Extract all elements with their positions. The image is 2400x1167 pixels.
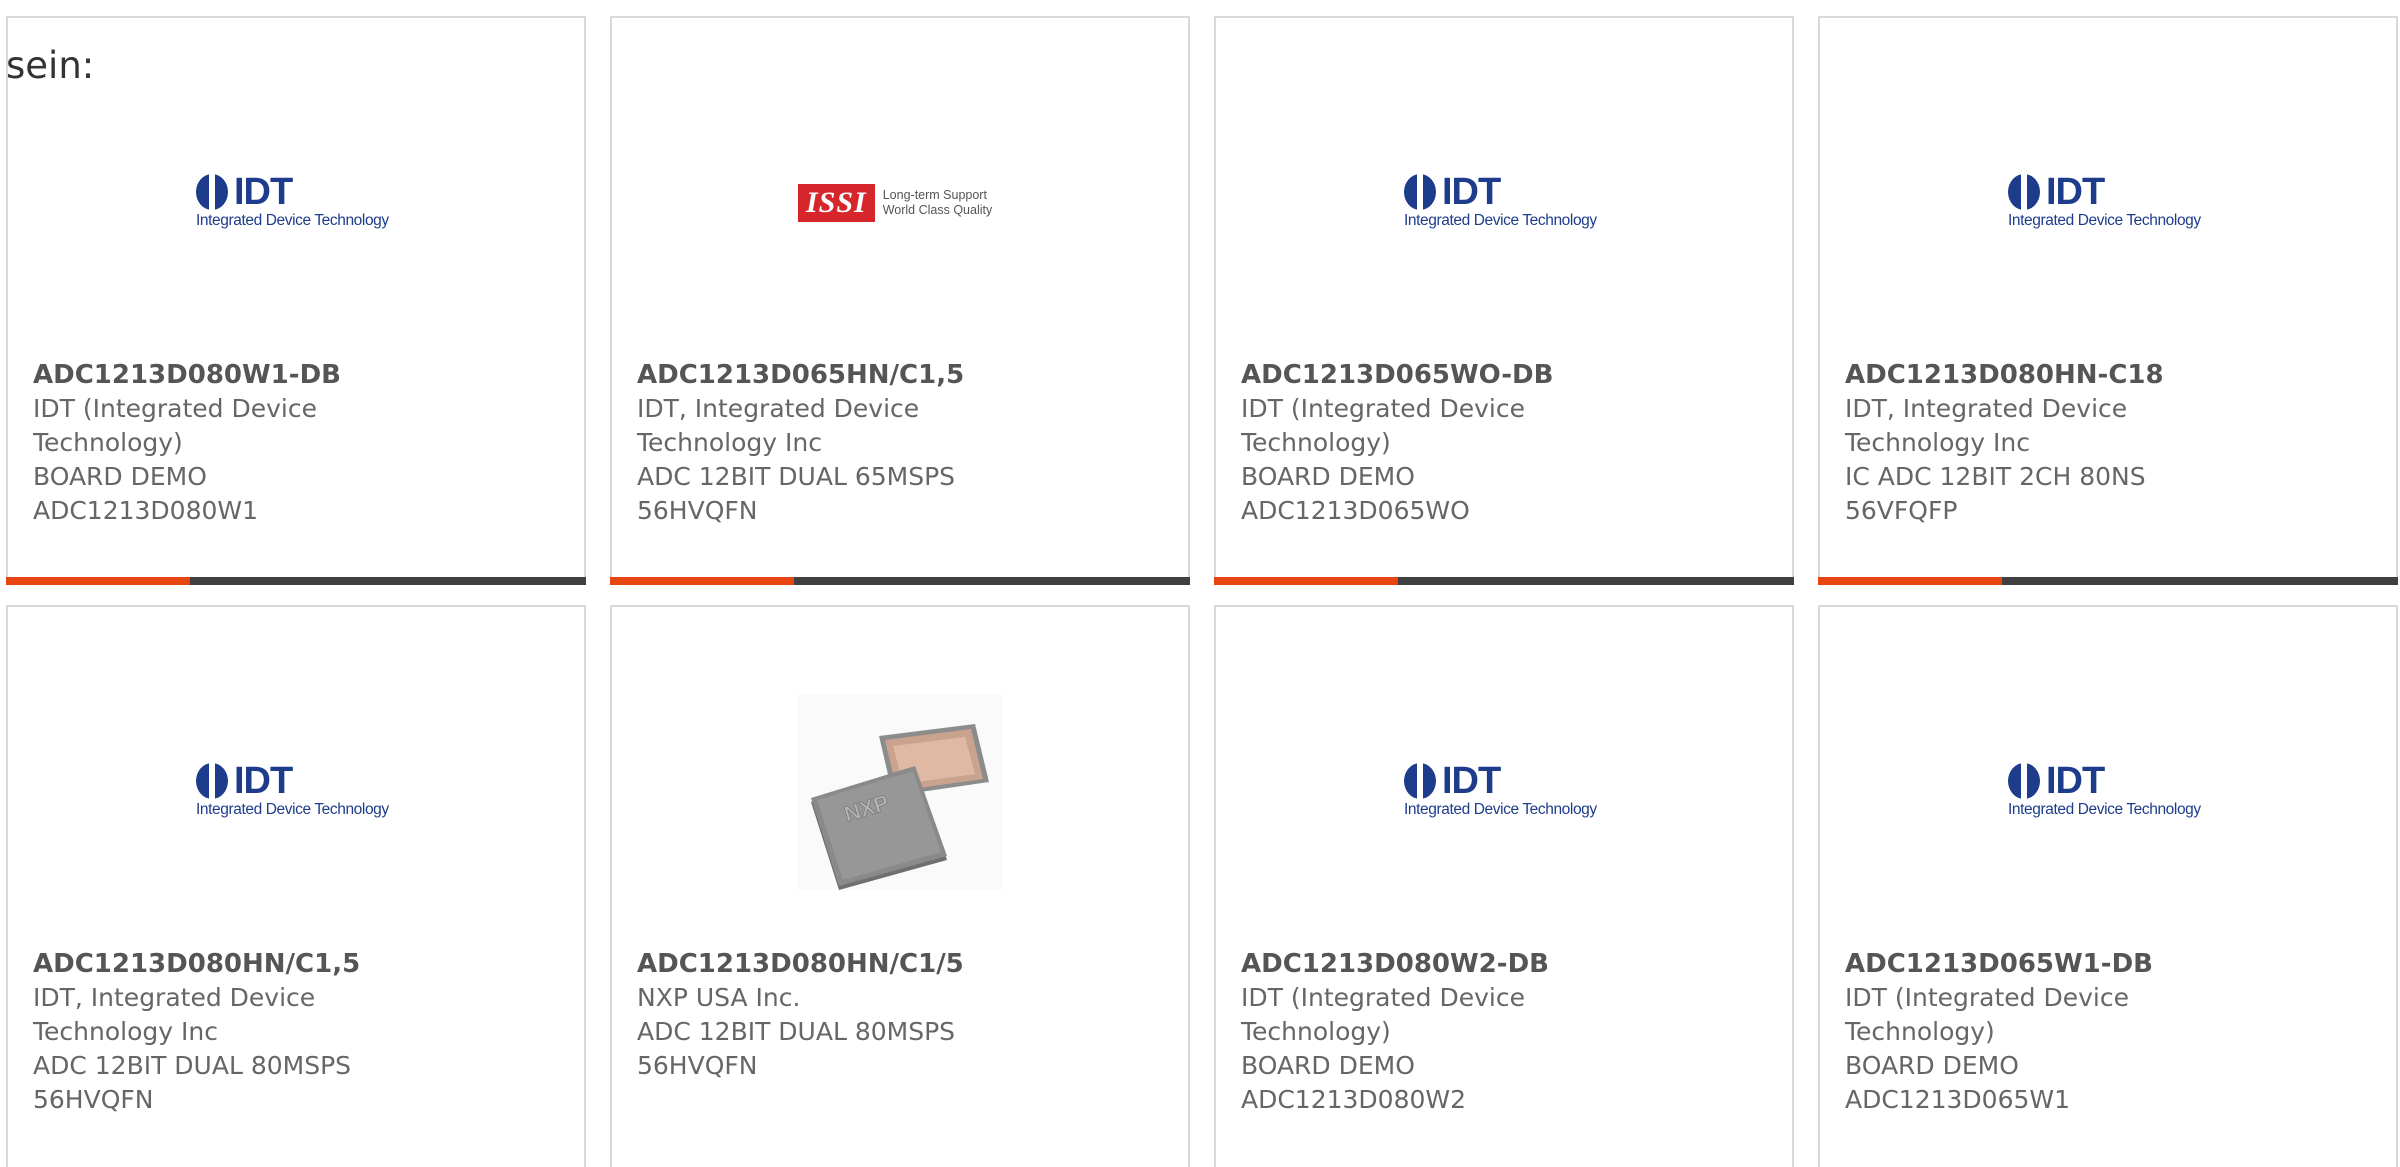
product-image: ISSI Long-term Support World Class Qualit… <box>612 108 1188 298</box>
manufacturer: NXP USA Inc. <box>637 983 801 1012</box>
product-card[interactable]: IDT Integrated Device Technology ADC1213… <box>1214 605 1794 1167</box>
description: ADC 12BIT DUAL 65MSPS 56HVQFN <box>637 462 956 525</box>
manufacturer: IDT, Integrated Device Technology Inc <box>1845 394 2128 457</box>
description: BOARD DEMO ADC1213D080W1 <box>33 462 259 525</box>
product-card[interactable]: IDT Integrated Device Technology ADC1213… <box>1214 16 1794 585</box>
manufacturer: IDT (Integrated Device Technology) <box>33 394 317 457</box>
card-bottom-bar <box>1818 577 2398 585</box>
part-number[interactable]: ADC1213D065HN/C1,5 <box>637 358 1168 392</box>
manufacturer: IDT, Integrated Device Technology Inc <box>637 394 920 457</box>
product-image: IDT Integrated Device Technology <box>1216 697 1792 887</box>
product-image: IDT Integrated Device Technology <box>1820 697 2396 887</box>
card-bottom-bar <box>6 577 586 585</box>
product-card[interactable]: IDT Integrated Device Technology ADC1213… <box>6 16 586 585</box>
issi-logo: ISSI Long-term Support World Class Qualit… <box>798 181 1002 225</box>
idt-logo: IDT Integrated Device Technology <box>196 171 389 229</box>
part-number[interactable]: ADC1213D080W2-DB <box>1241 947 1772 981</box>
part-number[interactable]: ADC1213D065W1-DB <box>1845 947 2376 981</box>
product-image: IDT Integrated Device Technology <box>8 697 584 887</box>
part-number[interactable]: ADC1213D080HN/C1/5 <box>637 947 1168 981</box>
description: ADC 12BIT DUAL 80MSPS 56HVQFN <box>33 1051 352 1114</box>
product-image: IDT Integrated Device Technology <box>1820 108 2396 298</box>
description: BOARD DEMO ADC1213D065W1 <box>1845 1051 2071 1114</box>
manufacturer: IDT (Integrated Device Technology) <box>1845 983 2129 1046</box>
nxp-chip-image: NXP <box>797 694 1003 890</box>
card-bottom-bar <box>1214 577 1794 585</box>
part-number[interactable]: ADC1213D080W1-DB <box>33 358 564 392</box>
product-card[interactable]: IDT Integrated Device Technology ADC1213… <box>1818 16 2398 585</box>
manufacturer: IDT (Integrated Device Technology) <box>1241 983 1525 1046</box>
product-card[interactable]: NXP ADC1213D080HN/C1/5 NXP USA Inc. ADC … <box>610 605 1190 1167</box>
card-bottom-bar <box>610 577 1190 585</box>
product-grid-page: sein: IDT Integrated Device Technology A… <box>0 0 2400 1167</box>
idt-logo: IDT Integrated Device Technology <box>2008 760 2201 818</box>
description: IC ADC 12BIT 2CH 80NS 56VFQFP <box>1845 462 2146 525</box>
description: BOARD DEMO ADC1213D065WO <box>1241 462 1470 525</box>
product-image: IDT Integrated Device Technology <box>8 108 584 298</box>
description: BOARD DEMO ADC1213D080W2 <box>1241 1051 1467 1114</box>
intro-text: sein: <box>6 44 95 87</box>
part-number[interactable]: ADC1213D080HN-C18 <box>1845 358 2376 392</box>
product-image: NXP <box>612 694 1188 890</box>
idt-logo: IDT Integrated Device Technology <box>196 760 389 818</box>
description: ADC 12BIT DUAL 80MSPS 56HVQFN <box>637 1017 956 1080</box>
idt-logo: IDT Integrated Device Technology <box>1404 171 1597 229</box>
product-card[interactable]: ISSI Long-term Support World Class Qualit… <box>610 16 1190 585</box>
idt-logo: IDT Integrated Device Technology <box>1404 760 1597 818</box>
idt-logo: IDT Integrated Device Technology <box>2008 171 2201 229</box>
part-number[interactable]: ADC1213D080HN/C1,5 <box>33 947 564 981</box>
manufacturer: IDT (Integrated Device Technology) <box>1241 394 1525 457</box>
product-card[interactable]: IDT Integrated Device Technology ADC1213… <box>1818 605 2398 1167</box>
part-number[interactable]: ADC1213D065WO-DB <box>1241 358 1772 392</box>
product-card[interactable]: IDT Integrated Device Technology ADC1213… <box>6 605 586 1167</box>
product-image: IDT Integrated Device Technology <box>1216 108 1792 298</box>
manufacturer: IDT, Integrated Device Technology Inc <box>33 983 316 1046</box>
